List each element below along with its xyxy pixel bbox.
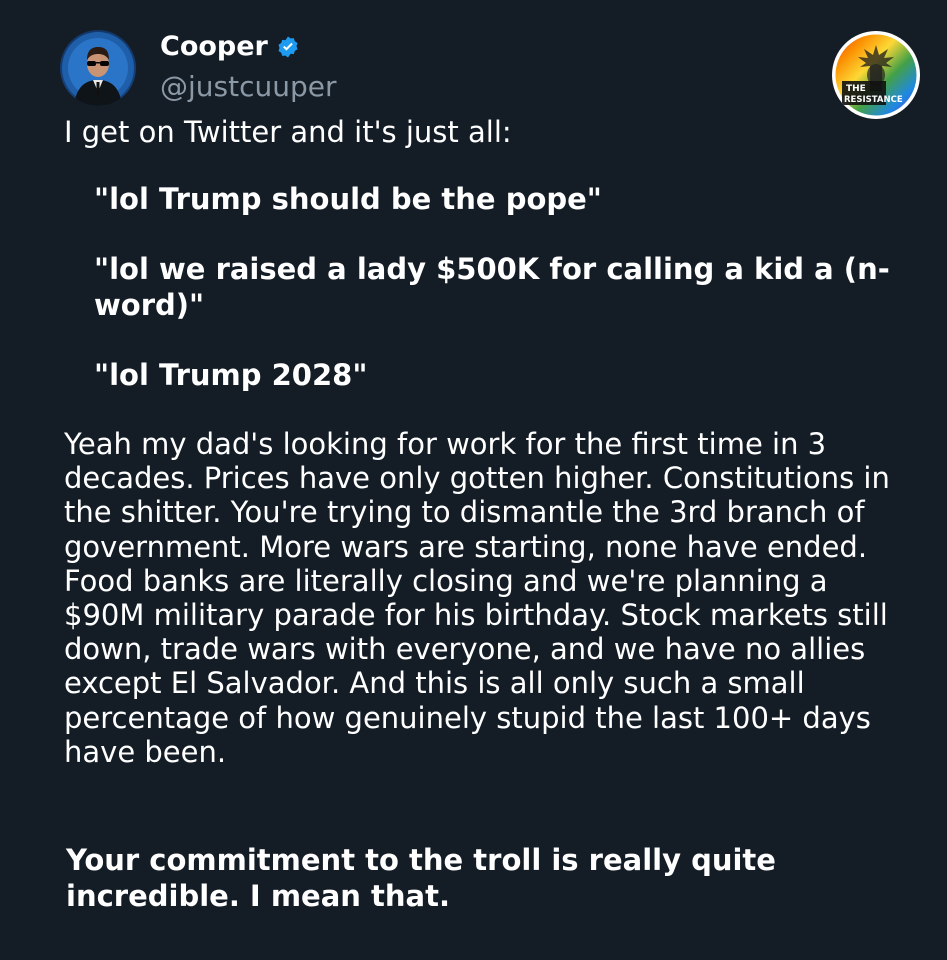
author-name-row: Cooper — [160, 30, 300, 64]
quote-item: "lol Trump should be the pope" — [94, 182, 602, 216]
badge-text-the: THE — [846, 84, 866, 94]
author-handle[interactable]: @justcuuper — [160, 70, 337, 104]
the-resistance-logo-icon: THE RESISTANCE — [832, 31, 920, 119]
verified-badge-icon — [276, 35, 300, 59]
tweet-closing-text: Your commitment to the troll is really q… — [66, 843, 776, 913]
badge-text-resistance: RESISTANCE — [844, 95, 903, 105]
quote-item: "lol Trump 2028" — [94, 358, 368, 392]
tweet-intro-text: I get on Twitter and it's just all: — [64, 115, 512, 149]
avatar-man-sunglasses-icon — [62, 32, 134, 106]
tweet-body-text: Yeah my dad's looking for work for the f… — [64, 427, 890, 769]
avatar[interactable] — [60, 30, 136, 106]
quote-list: "lol Trump should be the pope" "lol we r… — [94, 181, 894, 427]
quote-item: "lol we raised a lady $500K for calling … — [94, 252, 890, 322]
author-display-name[interactable]: Cooper — [160, 30, 268, 64]
resistance-badge: THE RESISTANCE — [832, 31, 920, 119]
